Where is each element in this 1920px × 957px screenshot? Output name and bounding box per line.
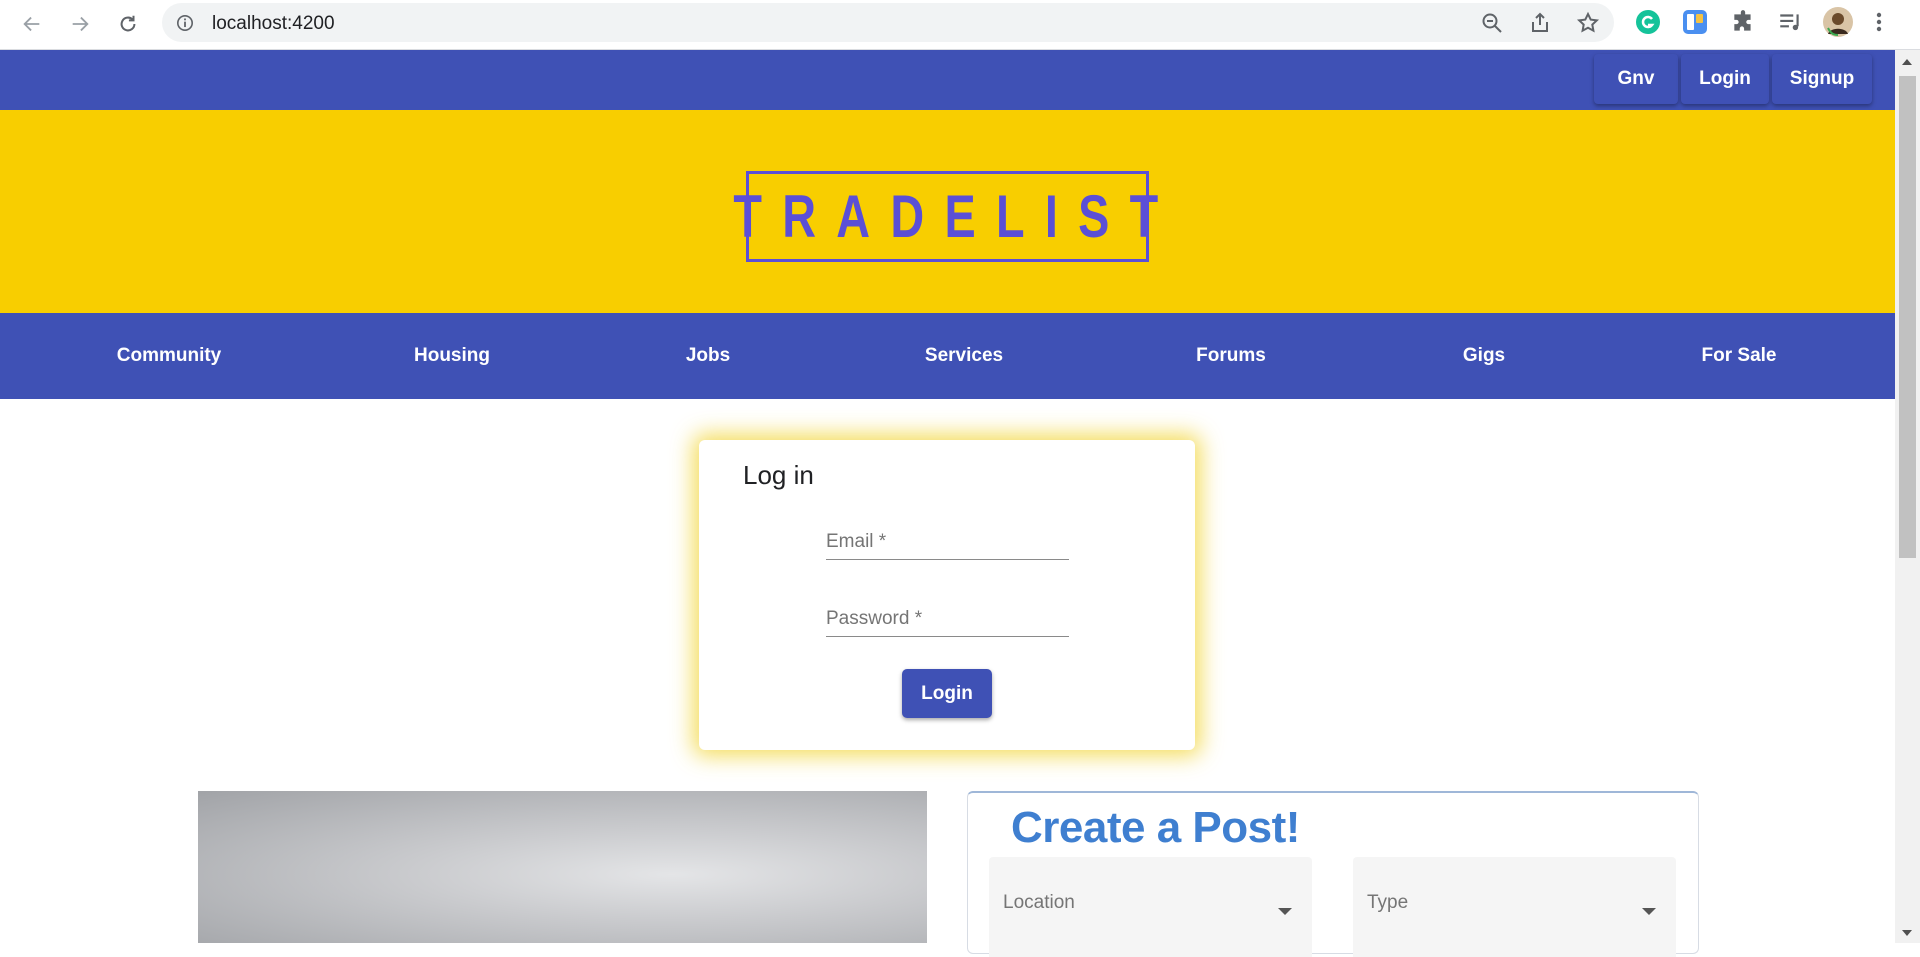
logo-text: TRADELIST [733,183,1179,250]
back-icon[interactable] [16,8,48,40]
grammarly-icon[interactable] [1635,9,1661,35]
password-field[interactable]: Password * [826,604,1069,637]
extension-board-icon[interactable] [1682,9,1708,35]
nav-housing[interactable]: Housing [414,313,490,399]
account-toolbar: Gnv Login Signup [0,50,1895,110]
scrollbar-thumb[interactable] [1899,76,1916,558]
location-gnv-button[interactable]: Gnv [1594,54,1678,104]
location-select[interactable]: Location [989,857,1312,957]
zoom-icon[interactable] [1480,11,1504,35]
login-submit-button[interactable]: Login [902,669,992,718]
nav-forums[interactable]: Forums [1196,313,1266,399]
password-placeholder: Password * [826,608,923,629]
site-info-icon[interactable] [176,14,194,37]
login-nav-button[interactable]: Login [1681,54,1769,104]
create-post-card: Create a Post! Location Type [967,791,1699,957]
dropdown-arrow-icon [1642,908,1656,915]
scroll-up-arrow-icon[interactable] [1902,59,1912,65]
nav-community[interactable]: Community [117,313,222,399]
email-field[interactable]: Email * [826,527,1069,560]
nav-jobs[interactable]: Jobs [686,313,730,399]
browser-chrome: localhost:4200 [0,0,1920,50]
type-select[interactable]: Type [1353,857,1676,957]
login-card: Log in Email * Password * Login [699,440,1195,750]
reading-list-icon[interactable] [1777,9,1803,35]
dropdown-arrow-icon [1278,908,1292,915]
scroll-down-arrow-icon[interactable] [1902,930,1912,936]
type-placeholder: Type [1367,892,1409,913]
login-title: Log in [743,460,814,490]
reload-icon[interactable] [112,8,144,40]
email-placeholder: Email * [826,531,887,552]
browser-menu-icon[interactable] [1874,9,1900,35]
forward-icon[interactable] [64,8,96,40]
share-icon[interactable] [1528,11,1552,35]
tradelist-logo[interactable]: TRADELIST [734,171,1158,262]
extensions-puzzle-icon[interactable] [1730,9,1756,35]
signup-nav-button[interactable]: Signup [1772,54,1872,104]
location-placeholder: Location [1003,892,1075,913]
bookmark-star-icon[interactable] [1576,11,1600,35]
address-bar[interactable]: localhost:4200 [162,3,1614,42]
url-text: localhost:4200 [212,13,335,34]
nav-for-sale[interactable]: For Sale [1702,313,1777,399]
nav-services[interactable]: Services [925,313,1003,399]
profile-avatar-icon[interactable] [1822,6,1854,38]
create-post-title: Create a Post! [1011,803,1300,852]
page-scrollbar[interactable] [1895,50,1920,943]
category-nav: Community Housing Jobs Services Forums G… [0,313,1895,399]
nav-gigs[interactable]: Gigs [1463,313,1505,399]
post-image [198,791,927,943]
